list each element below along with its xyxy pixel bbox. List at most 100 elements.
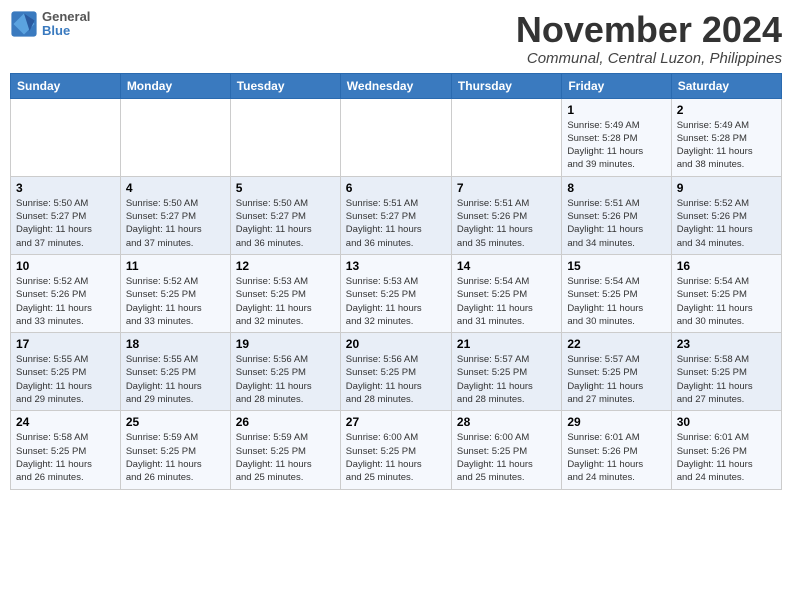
calendar-day-cell: 7 Sunrise: 5:51 AM Sunset: 5:26 PM Daylig… [451, 176, 561, 254]
day-number: 2 [677, 103, 776, 117]
page-header: General Blue November 2024 Communal, Cen… [10, 10, 782, 67]
logo: General Blue [10, 10, 90, 39]
calendar-day-cell: 5 Sunrise: 5:50 AM Sunset: 5:27 PM Daylig… [230, 176, 340, 254]
day-of-week-header: Tuesday [230, 73, 340, 98]
calendar-table: SundayMondayTuesdayWednesdayThursdayFrid… [10, 73, 782, 490]
day-info: Sunrise: 5:59 AM Sunset: 5:25 PM Dayligh… [126, 431, 225, 484]
day-info: Sunrise: 5:55 AM Sunset: 5:25 PM Dayligh… [126, 353, 225, 406]
day-number: 22 [567, 337, 665, 351]
day-info: Sunrise: 5:59 AM Sunset: 5:25 PM Dayligh… [236, 431, 335, 484]
day-of-week-header: Friday [562, 73, 671, 98]
day-number: 19 [236, 337, 335, 351]
day-info: Sunrise: 5:54 AM Sunset: 5:25 PM Dayligh… [567, 275, 665, 328]
calendar-day-cell: 13 Sunrise: 5:53 AM Sunset: 5:25 PM Dayli… [340, 254, 451, 332]
day-info: Sunrise: 6:01 AM Sunset: 5:26 PM Dayligh… [567, 431, 665, 484]
day-info: Sunrise: 5:57 AM Sunset: 5:25 PM Dayligh… [567, 353, 665, 406]
day-number: 8 [567, 181, 665, 195]
calendar-day-cell: 4 Sunrise: 5:50 AM Sunset: 5:27 PM Daylig… [120, 176, 230, 254]
day-number: 13 [346, 259, 446, 273]
calendar-day-cell: 28 Sunrise: 6:00 AM Sunset: 5:25 PM Dayli… [451, 411, 561, 489]
day-info: Sunrise: 5:50 AM Sunset: 5:27 PM Dayligh… [236, 197, 335, 250]
calendar-day-cell: 24 Sunrise: 5:58 AM Sunset: 5:25 PM Dayli… [11, 411, 121, 489]
day-number: 26 [236, 415, 335, 429]
day-info: Sunrise: 5:51 AM Sunset: 5:26 PM Dayligh… [457, 197, 556, 250]
day-number: 20 [346, 337, 446, 351]
day-of-week-header: Wednesday [340, 73, 451, 98]
calendar-day-cell: 18 Sunrise: 5:55 AM Sunset: 5:25 PM Dayli… [120, 333, 230, 411]
calendar-day-cell: 26 Sunrise: 5:59 AM Sunset: 5:25 PM Dayli… [230, 411, 340, 489]
day-number: 5 [236, 181, 335, 195]
day-number: 3 [16, 181, 115, 195]
calendar-day-cell: 25 Sunrise: 5:59 AM Sunset: 5:25 PM Dayli… [120, 411, 230, 489]
day-number: 11 [126, 259, 225, 273]
calendar-header-row: SundayMondayTuesdayWednesdayThursdayFrid… [11, 73, 782, 98]
calendar-day-cell: 11 Sunrise: 5:52 AM Sunset: 5:25 PM Dayli… [120, 254, 230, 332]
calendar-day-cell: 12Sunrise: 5:53 AM Sunset: 5:25 PM Dayli… [230, 254, 340, 332]
calendar-week-row: 1Sunrise: 5:49 AM Sunset: 5:28 PM Daylig… [11, 98, 782, 176]
day-number: 4 [126, 181, 225, 195]
day-of-week-header: Saturday [671, 73, 781, 98]
calendar-day-cell: 8Sunrise: 5:51 AM Sunset: 5:26 PM Daylig… [562, 176, 671, 254]
title-block: November 2024 Communal, Central Luzon, P… [516, 10, 782, 67]
day-of-week-header: Sunday [11, 73, 121, 98]
calendar-day-cell: 27Sunrise: 6:00 AM Sunset: 5:25 PM Dayli… [340, 411, 451, 489]
day-number: 10 [16, 259, 115, 273]
calendar-day-cell: 19Sunrise: 5:56 AM Sunset: 5:25 PM Dayli… [230, 333, 340, 411]
calendar-day-cell [230, 98, 340, 176]
day-number: 17 [16, 337, 115, 351]
day-info: Sunrise: 6:01 AM Sunset: 5:26 PM Dayligh… [677, 431, 776, 484]
calendar-day-cell: 23Sunrise: 5:58 AM Sunset: 5:25 PM Dayli… [671, 333, 781, 411]
calendar-day-cell: 2 Sunrise: 5:49 AM Sunset: 5:28 PM Daylig… [671, 98, 781, 176]
logo-line1: General [42, 10, 90, 24]
day-number: 7 [457, 181, 556, 195]
calendar-day-cell: 16 Sunrise: 5:54 AM Sunset: 5:25 PM Dayli… [671, 254, 781, 332]
calendar-day-cell: 30 Sunrise: 6:01 AM Sunset: 5:26 PM Dayli… [671, 411, 781, 489]
day-number: 6 [346, 181, 446, 195]
calendar-day-cell [340, 98, 451, 176]
calendar-day-cell: 3 Sunrise: 5:50 AM Sunset: 5:27 PM Daylig… [11, 176, 121, 254]
day-number: 29 [567, 415, 665, 429]
calendar-day-cell [451, 98, 561, 176]
day-number: 28 [457, 415, 556, 429]
month-title: November 2024 [516, 10, 782, 50]
day-info: Sunrise: 5:56 AM Sunset: 5:25 PM Dayligh… [346, 353, 446, 406]
day-number: 16 [677, 259, 776, 273]
day-info: Sunrise: 5:54 AM Sunset: 5:25 PM Dayligh… [457, 275, 556, 328]
calendar-day-cell: 20 Sunrise: 5:56 AM Sunset: 5:25 PM Dayli… [340, 333, 451, 411]
day-number: 18 [126, 337, 225, 351]
calendar-day-cell: 15 Sunrise: 5:54 AM Sunset: 5:25 PM Dayli… [562, 254, 671, 332]
calendar-week-row: 3 Sunrise: 5:50 AM Sunset: 5:27 PM Daylig… [11, 176, 782, 254]
day-info: Sunrise: 5:50 AM Sunset: 5:27 PM Dayligh… [16, 197, 115, 250]
calendar-day-cell: 9Sunrise: 5:52 AM Sunset: 5:26 PM Daylig… [671, 176, 781, 254]
day-info: Sunrise: 5:53 AM Sunset: 5:25 PM Dayligh… [346, 275, 446, 328]
day-number: 21 [457, 337, 556, 351]
day-info: Sunrise: 5:58 AM Sunset: 5:25 PM Dayligh… [677, 353, 776, 406]
day-number: 27 [346, 415, 446, 429]
calendar-week-row: 17 Sunrise: 5:55 AM Sunset: 5:25 PM Dayli… [11, 333, 782, 411]
day-info: Sunrise: 5:52 AM Sunset: 5:25 PM Dayligh… [126, 275, 225, 328]
day-info: Sunrise: 5:57 AM Sunset: 5:25 PM Dayligh… [457, 353, 556, 406]
day-number: 25 [126, 415, 225, 429]
day-number: 30 [677, 415, 776, 429]
day-info: Sunrise: 5:49 AM Sunset: 5:28 PM Dayligh… [677, 119, 776, 172]
day-of-week-header: Thursday [451, 73, 561, 98]
day-info: Sunrise: 5:50 AM Sunset: 5:27 PM Dayligh… [126, 197, 225, 250]
calendar-day-cell [11, 98, 121, 176]
day-number: 15 [567, 259, 665, 273]
day-info: Sunrise: 5:55 AM Sunset: 5:25 PM Dayligh… [16, 353, 115, 406]
day-info: Sunrise: 5:54 AM Sunset: 5:25 PM Dayligh… [677, 275, 776, 328]
calendar-day-cell: 17 Sunrise: 5:55 AM Sunset: 5:25 PM Dayli… [11, 333, 121, 411]
day-number: 9 [677, 181, 776, 195]
calendar-day-cell: 1Sunrise: 5:49 AM Sunset: 5:28 PM Daylig… [562, 98, 671, 176]
day-info: Sunrise: 6:00 AM Sunset: 5:25 PM Dayligh… [457, 431, 556, 484]
day-number: 24 [16, 415, 115, 429]
logo-line2: Blue [42, 24, 90, 38]
calendar-week-row: 10 Sunrise: 5:52 AM Sunset: 5:26 PM Dayli… [11, 254, 782, 332]
day-info: Sunrise: 5:58 AM Sunset: 5:25 PM Dayligh… [16, 431, 115, 484]
logo-text: General Blue [42, 10, 90, 39]
day-number: 14 [457, 259, 556, 273]
location: Communal, Central Luzon, Philippines [516, 50, 782, 67]
day-info: Sunrise: 5:52 AM Sunset: 5:26 PM Dayligh… [16, 275, 115, 328]
calendar-week-row: 24 Sunrise: 5:58 AM Sunset: 5:25 PM Dayli… [11, 411, 782, 489]
day-info: Sunrise: 5:49 AM Sunset: 5:28 PM Dayligh… [567, 119, 665, 172]
